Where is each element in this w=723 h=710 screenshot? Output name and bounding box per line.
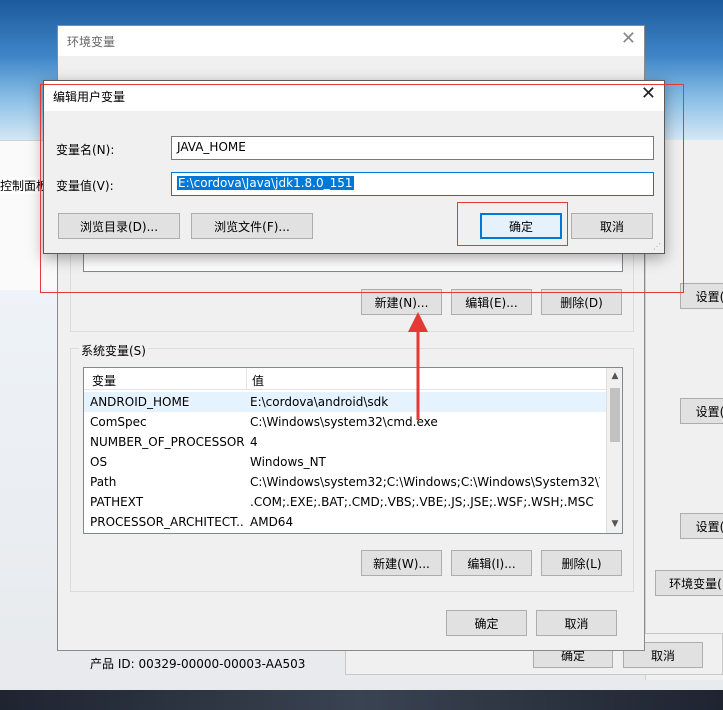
table-header: 变量 值 xyxy=(84,368,606,390)
table-scrollbar[interactable]: ▲ ▼ xyxy=(606,368,622,533)
desktop-bottom-strip xyxy=(0,690,723,710)
row-value: C:\Windows\system32;C:\Windows;C:\Window… xyxy=(250,475,600,489)
settings-button-profiles[interactable]: 设置( xyxy=(680,398,723,424)
env-window-titlebar: 环境变量 ✕ xyxy=(58,26,644,56)
table-row[interactable]: ComSpec C:\Windows\system32\cmd.exe xyxy=(84,412,606,432)
annotation-ok-outline xyxy=(457,202,568,246)
row-name: ANDROID_HOME xyxy=(90,395,190,409)
row-name: PATHEXT xyxy=(90,495,144,509)
annotation-arrow-icon xyxy=(408,312,428,420)
system-new-button[interactable]: 新建(W)... xyxy=(361,550,442,576)
system-edit-button[interactable]: 编辑(I)... xyxy=(451,550,532,576)
table-row[interactable]: NUMBER_OF_PROCESSORS 4 xyxy=(84,432,606,452)
table-row[interactable]: OS Windows_NT xyxy=(84,452,606,472)
row-name: NUMBER_OF_PROCESSORS xyxy=(90,435,245,449)
row-name: Path xyxy=(90,475,117,489)
system-delete-button[interactable]: 删除(L) xyxy=(541,550,622,576)
env-window-close-icon[interactable]: ✕ xyxy=(621,30,636,48)
row-name: ComSpec xyxy=(90,415,147,429)
settings-button-startup[interactable]: 设置( xyxy=(680,513,723,539)
environment-variables-button[interactable]: 环境变量(N xyxy=(655,570,723,596)
env-cancel-button[interactable]: 取消 xyxy=(536,610,617,636)
system-variables-table[interactable]: 变量 值 ANDROID_HOME E:\cordova\android\sdk… xyxy=(83,367,623,534)
table-row[interactable]: Path C:\Windows\system32;C:\Windows;C:\W… xyxy=(84,472,606,492)
table-row[interactable]: PROCESSOR_ARCHITECT... AMD64 xyxy=(84,512,606,532)
scroll-down-icon[interactable]: ▼ xyxy=(607,516,622,533)
row-name: PROCESSOR_ARCHITECT... xyxy=(90,515,245,529)
product-id-text: 产品 ID: 00329-00000-00003-AA503 xyxy=(90,657,306,671)
column-divider xyxy=(246,368,247,390)
env-ok-button[interactable]: 确定 xyxy=(446,610,527,636)
row-value: AMD64 xyxy=(250,515,294,529)
column-header-variable[interactable]: 变量 xyxy=(92,372,116,389)
row-value: Windows_NT xyxy=(250,455,326,469)
settings-button-performance[interactable]: 设置( xyxy=(680,283,723,309)
row-name: OS xyxy=(90,455,108,469)
row-value: 4 xyxy=(250,435,258,449)
annotation-dialog-outline xyxy=(40,84,684,293)
system-variables-label: 系统变量(S) xyxy=(79,342,148,359)
row-value: .COM;.EXE;.BAT;.CMD;.VBS;.VBE;.JS;.JSE;.… xyxy=(250,495,594,509)
scroll-up-icon[interactable]: ▲ xyxy=(607,368,622,385)
table-row[interactable]: ANDROID_HOME E:\cordova\android\sdk xyxy=(84,392,606,412)
table-row[interactable]: PATHEXT .COM;.EXE;.BAT;.CMD;.VBS;.VBE;.J… xyxy=(84,492,606,512)
scroll-thumb[interactable] xyxy=(610,388,620,442)
column-header-value[interactable]: 值 xyxy=(252,372,264,389)
env-window-title: 环境变量 xyxy=(67,34,116,49)
